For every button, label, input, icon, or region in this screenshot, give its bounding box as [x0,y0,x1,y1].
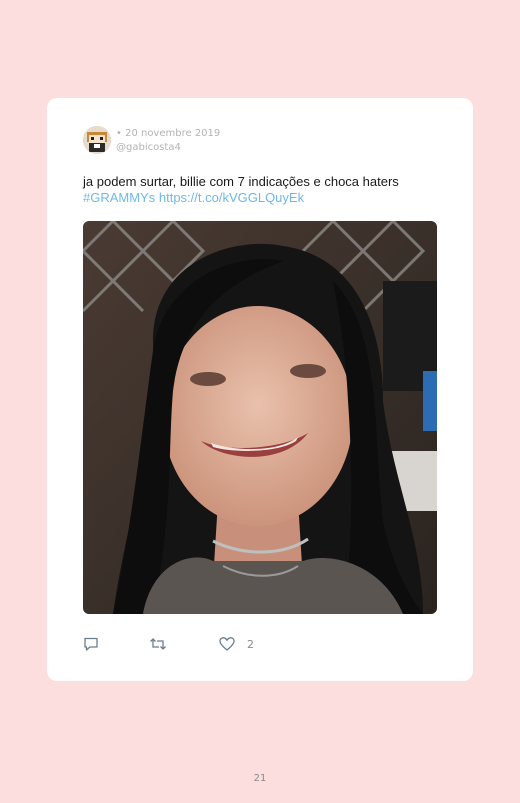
user-handle[interactable]: @gabicosta4 [116,141,220,155]
retweet-icon [149,636,167,652]
url-link[interactable]: https://t.co/kVGGLQuyEk [159,190,304,205]
tweet-actions: 2 [83,636,423,654]
comment-icon [83,636,99,652]
tweet-date: • 20 novembre 2019 [116,128,221,139]
tweet-text: ja podem surtar, billie com 7 indicações… [83,174,443,206]
tweet-header: • 20 novembre 2019 @gabicosta4 [83,126,220,155]
heart-icon [219,636,235,652]
like-button[interactable]: 2 [219,636,254,652]
avatar[interactable] [83,126,111,154]
like-count: 2 [247,637,254,651]
tweet-body: ja podem surtar, billie com 7 indicações… [83,174,399,189]
retweet-button[interactable] [149,636,167,652]
hashtag-link[interactable]: #GRAMMYs [83,190,155,205]
tweet-media-image[interactable] [83,221,437,614]
avatar-image [83,126,111,154]
reply-button[interactable] [83,636,99,652]
tweet-card: • 20 novembre 2019 @gabicosta4 ja podem … [47,98,473,681]
photo-illustration [83,221,437,614]
page-number: 21 [253,773,267,784]
